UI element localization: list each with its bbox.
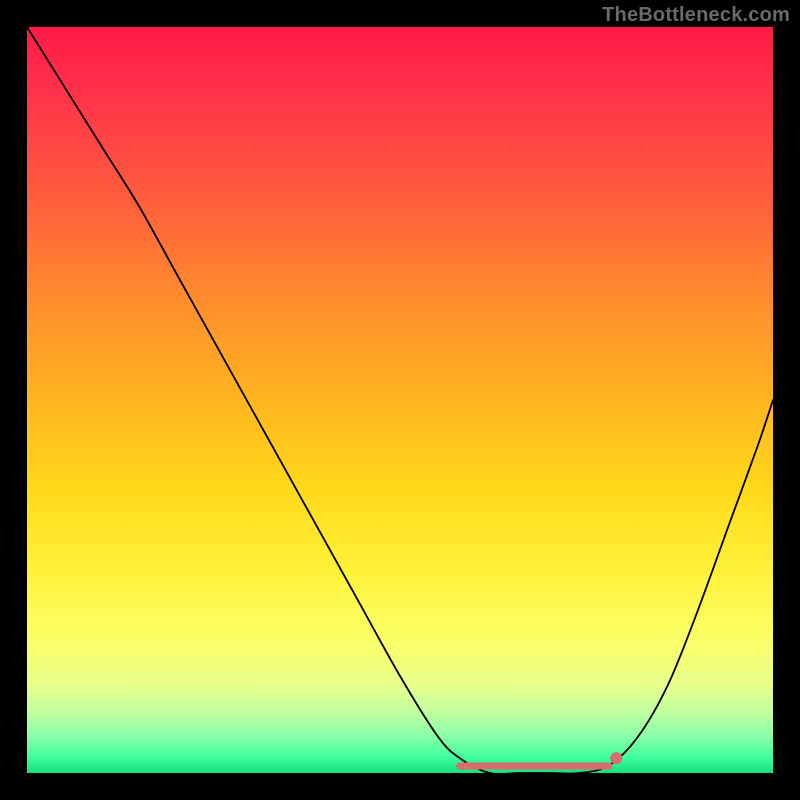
bottleneck-curve bbox=[27, 27, 773, 774]
chart-svg bbox=[27, 27, 773, 773]
near-optimum-marker bbox=[610, 752, 622, 764]
plot-area bbox=[27, 27, 773, 773]
chart-frame: TheBottleneck.com bbox=[0, 0, 800, 800]
attribution-label: TheBottleneck.com bbox=[602, 4, 790, 27]
